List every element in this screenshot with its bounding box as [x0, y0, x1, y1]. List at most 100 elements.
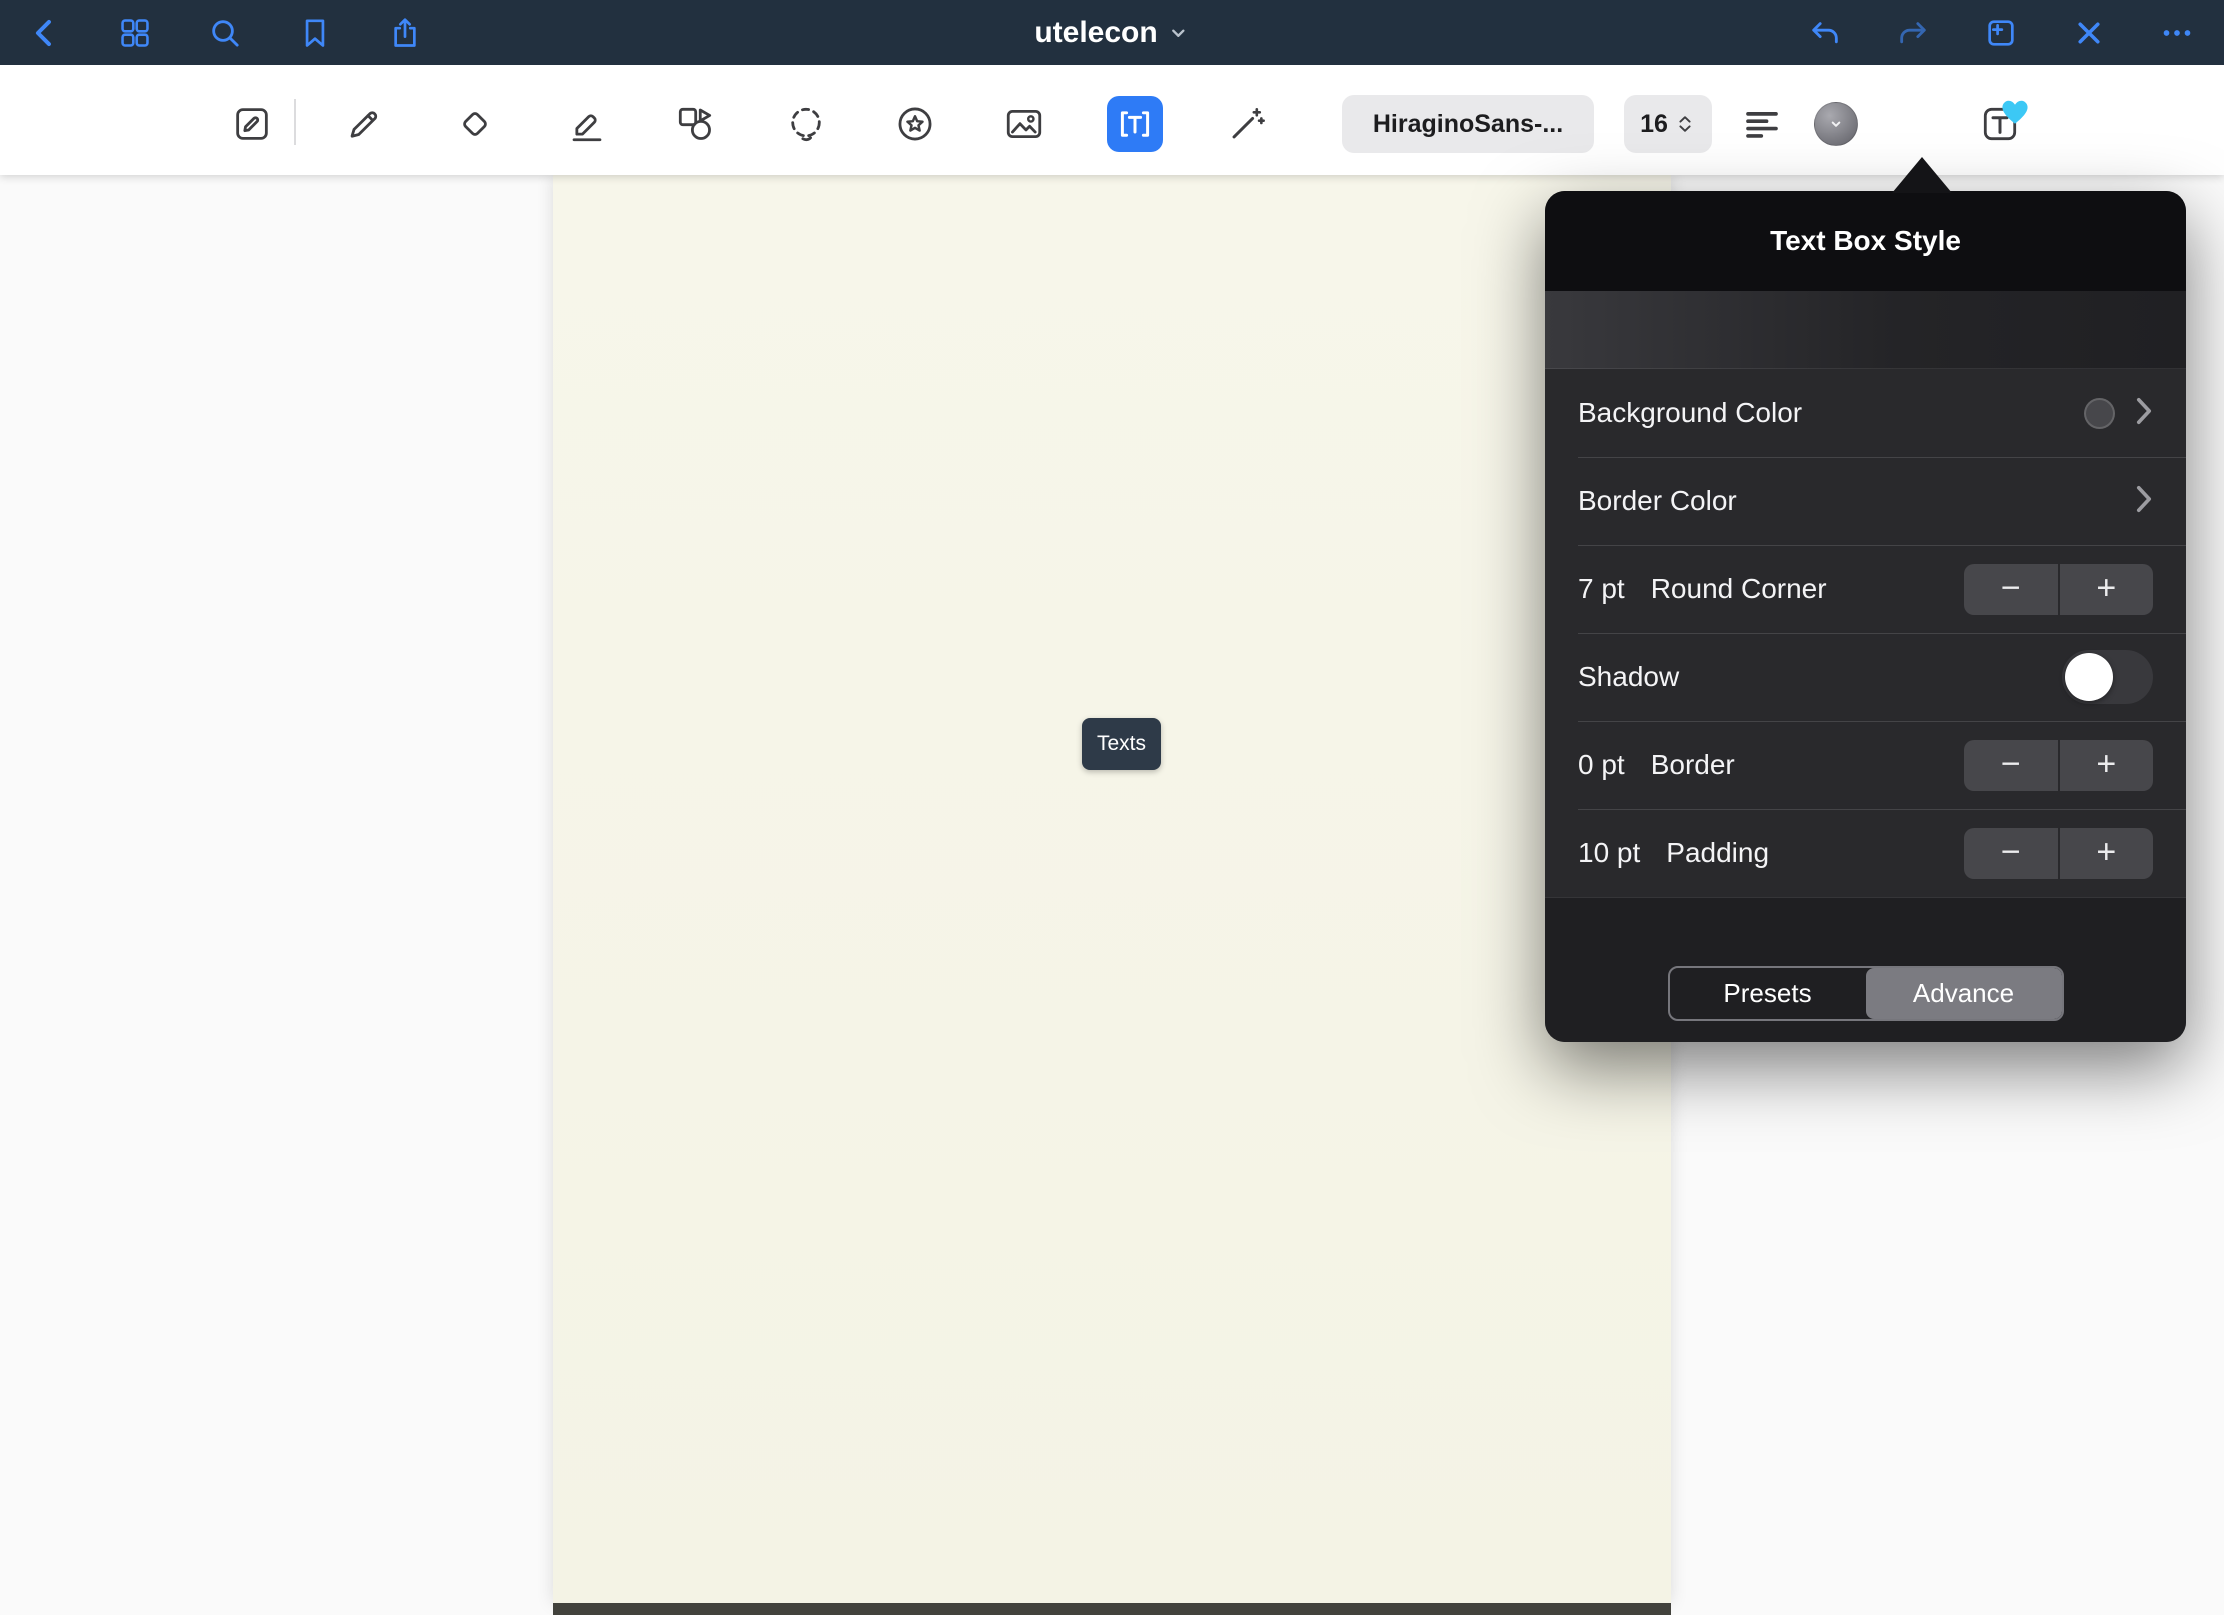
row-padding: 10 pt Padding − +	[1545, 809, 2186, 897]
add-page-button[interactable]	[1982, 14, 2020, 52]
app-screen: utelecon	[0, 0, 2224, 1615]
chevron-down-icon	[1168, 22, 1190, 44]
document-title-button[interactable]: utelecon	[1034, 16, 1189, 50]
row-shadow: Shadow	[1545, 633, 2186, 721]
heart-badge-icon	[1994, 88, 2036, 130]
popup-title: Text Box Style	[1770, 225, 1961, 257]
search-icon	[208, 16, 242, 50]
note-page[interactable]	[553, 175, 1671, 1603]
nav-right-group	[1806, 14, 2224, 52]
search-button[interactable]	[206, 14, 244, 52]
more-icon	[2160, 16, 2194, 50]
padding-value: 10 pt	[1578, 837, 1640, 869]
font-button[interactable]: HiraginoSans-...	[1342, 95, 1594, 153]
chevron-right-icon	[2135, 396, 2153, 431]
undo-button[interactable]	[1806, 14, 1844, 52]
edit-mode-icon	[231, 103, 273, 145]
padding-plus-button[interactable]: +	[2058, 828, 2154, 879]
redo-icon	[1896, 16, 1930, 50]
elements-icon	[894, 103, 936, 145]
text-tool-button[interactable]	[1107, 96, 1163, 152]
lasso-tool-button[interactable]	[778, 96, 834, 152]
laser-pointer-icon	[1226, 103, 1268, 145]
row-round-corner: 7 pt Round Corner − +	[1545, 545, 2186, 633]
close-button[interactable]	[2070, 14, 2108, 52]
text-align-button[interactable]	[1734, 96, 1790, 152]
nav-left-group	[0, 14, 424, 52]
text-color-button[interactable]	[1814, 102, 1858, 146]
photo-icon	[1003, 103, 1045, 145]
eraser-tool-button[interactable]	[447, 96, 503, 152]
eraser-icon	[454, 103, 496, 145]
photo-tool-button[interactable]	[996, 96, 1052, 152]
round-corner-plus-button[interactable]: +	[2058, 564, 2154, 615]
undo-icon	[1808, 16, 1842, 50]
tab-presets[interactable]: Presets	[1670, 968, 1866, 1019]
tab-advance[interactable]: Advance	[1866, 968, 2062, 1019]
toggle-knob	[2065, 653, 2113, 701]
row-label: Round Corner	[1651, 573, 1827, 605]
padding-minus-button[interactable]: −	[1964, 828, 2058, 879]
lasso-icon	[785, 103, 827, 145]
text-box-style-button[interactable]	[1972, 96, 2028, 152]
popup-header: Text Box Style	[1545, 191, 2186, 291]
font-name-label: HiraginoSans-...	[1373, 110, 1563, 139]
text-box-object[interactable]: Texts	[1082, 718, 1161, 770]
add-page-icon	[1984, 16, 2018, 50]
popup-rows: Background Color Border Color 7 pt	[1545, 369, 2186, 897]
padding-stepper: − +	[1964, 828, 2153, 879]
shapes-tool-button[interactable]	[667, 96, 723, 152]
round-corner-value: 7 pt	[1578, 573, 1625, 605]
popup-preview-band	[1545, 291, 2186, 369]
redo-button[interactable]	[1894, 14, 1932, 52]
highlighter-tool-button[interactable]	[559, 96, 615, 152]
highlighter-icon	[566, 103, 608, 145]
font-size-value: 16	[1640, 110, 1668, 139]
page-grid-icon	[118, 16, 152, 50]
elements-tool-button[interactable]	[887, 96, 943, 152]
round-corner-minus-button[interactable]: −	[1964, 564, 2058, 615]
row-background-color[interactable]: Background Color	[1545, 369, 2186, 457]
border-width-stepper: − +	[1964, 740, 2153, 791]
row-border-width: 0 pt Border − +	[1545, 721, 2186, 809]
shadow-toggle[interactable]	[2062, 650, 2153, 704]
background-color-swatch[interactable]	[2084, 398, 2115, 429]
chevron-right-icon	[2135, 484, 2153, 519]
popup-arrow	[1892, 157, 1952, 193]
laser-pointer-tool-button[interactable]	[1219, 96, 1275, 152]
bookmark-button[interactable]	[296, 14, 334, 52]
back-icon	[28, 16, 62, 50]
row-label: Shadow	[1578, 661, 1679, 693]
row-label: Background Color	[1578, 397, 1802, 429]
border-width-minus-button[interactable]: −	[1964, 740, 2058, 791]
font-size-stepper[interactable]: 16	[1624, 95, 1712, 153]
text-box-style-popup: Text Box Style Background Color Border C…	[1545, 191, 2186, 1042]
row-label: Border Color	[1578, 485, 1737, 517]
popup-footer: Presets Advance	[1545, 897, 2186, 1042]
top-nav-bar: utelecon	[0, 0, 2224, 65]
share-button[interactable]	[386, 14, 424, 52]
document-title: utelecon	[1034, 16, 1157, 50]
close-icon	[2072, 16, 2106, 50]
page-thumbnails-button[interactable]	[116, 14, 154, 52]
pen-tool-button[interactable]	[336, 96, 392, 152]
back-button[interactable]	[26, 14, 64, 52]
presets-advance-segmented-control: Presets Advance	[1668, 966, 2064, 1021]
bookmark-icon	[298, 16, 332, 50]
border-width-value: 0 pt	[1578, 749, 1625, 781]
shapes-icon	[674, 103, 716, 145]
row-label: Padding	[1666, 837, 1769, 869]
more-button[interactable]	[2158, 14, 2196, 52]
pen-icon	[343, 103, 385, 145]
row-border-color[interactable]: Border Color	[1545, 457, 2186, 545]
border-width-plus-button[interactable]: +	[2058, 740, 2154, 791]
page-bottom-edge	[553, 1603, 1671, 1615]
toolbar-separator	[294, 99, 296, 145]
edit-mode-button[interactable]	[224, 96, 280, 152]
share-icon	[388, 16, 422, 50]
row-label: Border	[1651, 749, 1735, 781]
round-corner-stepper: − +	[1964, 564, 2153, 615]
chevron-down-icon	[1825, 113, 1847, 135]
tools-toolbar: HiraginoSans-... 16	[0, 65, 2224, 175]
text-icon	[1114, 103, 1156, 145]
